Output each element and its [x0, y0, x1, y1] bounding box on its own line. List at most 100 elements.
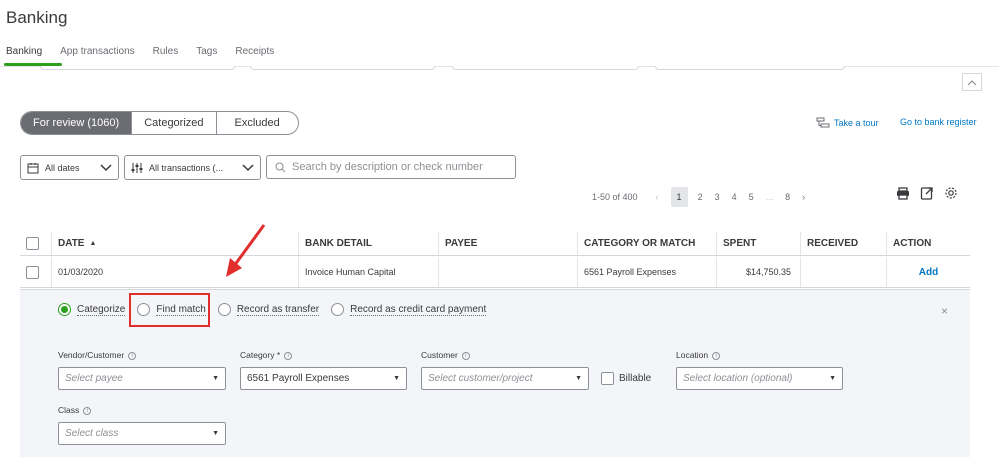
vendor-select[interactable]: Select payee ▼ — [58, 367, 226, 390]
row-checkbox[interactable] — [26, 265, 39, 279]
pagination: 1-50 of 400 ‹ 1 2 3 4 5 ... 8 › — [592, 186, 817, 208]
account-card[interactable] — [655, 66, 845, 70]
class-placeholder: Select class — [65, 428, 119, 439]
header-payee[interactable]: PAYEE — [438, 232, 576, 255]
class-label: Class i — [58, 405, 92, 415]
row-received — [800, 257, 885, 287]
search-input[interactable]: Search by description or check number — [266, 155, 516, 179]
vendor-label: Vendor/Customer i — [58, 350, 137, 360]
header-bank-detail[interactable]: BANK DETAIL — [298, 232, 437, 255]
category-label-text: Category * — [240, 350, 281, 360]
record-transfer-label[interactable]: Record as transfer — [236, 304, 320, 316]
tab-categorized[interactable]: Categorized — [132, 112, 217, 134]
select-all-checkbox[interactable] — [26, 237, 39, 250]
tour-icon — [816, 117, 830, 128]
location-placeholder: Select location (optional) — [683, 373, 793, 384]
header-date-label: DATE — [58, 238, 85, 249]
select-all-cell — [20, 232, 50, 255]
info-icon[interactable]: i — [128, 351, 137, 360]
billable-checkbox[interactable] — [601, 372, 614, 385]
billable-label: Billable — [619, 373, 652, 384]
page-1[interactable]: 1 — [670, 187, 688, 207]
location-label-text: Location — [676, 350, 709, 360]
search-icon — [275, 162, 286, 172]
info-icon[interactable]: i — [83, 406, 92, 415]
tab-receipts[interactable]: Receipts — [235, 46, 274, 57]
close-icon[interactable]: × — [941, 304, 948, 318]
header-spent[interactable]: SPENT — [716, 232, 799, 255]
dropdown-caret-icon: ▼ — [393, 375, 400, 382]
page-8[interactable]: 8 — [785, 192, 790, 202]
arrow-annotation — [226, 224, 266, 277]
page-title: Banking — [6, 8, 68, 27]
tab-app-transactions[interactable]: App transactions — [60, 46, 135, 57]
table-tools — [896, 186, 958, 200]
transactions-filter-value: All transactions (... — [149, 162, 224, 173]
tab-tags[interactable]: Tags — [196, 46, 217, 57]
tab-for-review[interactable]: For review (1060) — [21, 112, 133, 134]
vendor-label-text: Vendor/Customer — [58, 350, 125, 360]
tab-rules[interactable]: Rules — [153, 46, 179, 57]
header-received[interactable]: RECEIVED — [800, 232, 885, 255]
print-icon[interactable] — [896, 186, 910, 200]
take-a-tour-label: Take a tour — [834, 118, 879, 128]
row-spent: $14,750.35 — [716, 257, 799, 287]
categorize-radio[interactable] — [58, 303, 71, 316]
collapse-cards-button[interactable] — [962, 73, 982, 91]
table-row[interactable]: 01/03/2020 Invoice Human Capital 6561 Pa… — [20, 257, 970, 288]
sort-up-icon: ▲ — [89, 240, 97, 247]
billable-field: Billable — [601, 372, 651, 385]
info-icon[interactable]: i — [284, 351, 293, 360]
location-select[interactable]: Select location (optional) ▼ — [676, 367, 843, 390]
tab-excluded[interactable]: Excluded — [217, 112, 298, 134]
gear-icon[interactable] — [944, 186, 958, 200]
page-4[interactable]: 4 — [732, 192, 737, 202]
transactions-filter-dropdown[interactable]: All transactions (... — [124, 155, 261, 180]
categorize-label[interactable]: Categorize — [77, 304, 126, 316]
page-ellipsis: ... — [765, 192, 774, 202]
page-3[interactable]: 3 — [715, 192, 720, 202]
row-payee — [438, 257, 576, 287]
filter-sliders-icon — [131, 162, 143, 173]
go-to-bank-register-link[interactable]: Go to bank register — [900, 117, 977, 127]
header-category[interactable]: CATEGORY OR MATCH — [577, 232, 715, 255]
add-button[interactable]: Add — [886, 257, 970, 287]
next-page-button[interactable]: › — [802, 192, 805, 202]
info-icon[interactable]: i — [461, 351, 470, 360]
dropdown-caret-icon: ▼ — [212, 430, 219, 437]
calendar-icon — [27, 162, 39, 173]
account-card[interactable] — [452, 66, 639, 70]
dropdown-caret-icon: ▼ — [212, 375, 219, 382]
category-select[interactable]: 6561 Payroll Expenses ▼ — [240, 367, 407, 390]
record-cc-payment-label[interactable]: Record as credit card payment — [350, 304, 487, 316]
header-action: ACTION — [886, 232, 970, 255]
class-select[interactable]: Select class ▼ — [58, 422, 226, 445]
highlight-box — [129, 293, 210, 327]
info-icon[interactable]: i — [712, 351, 721, 360]
tab-banking[interactable]: Banking — [6, 46, 42, 57]
class-label-text: Class — [58, 405, 80, 415]
row-bank-detail: Invoice Human Capital — [298, 257, 437, 287]
record-transfer-radio[interactable] — [217, 303, 231, 316]
take-a-tour-link[interactable]: Take a tour — [816, 117, 879, 129]
prev-page-button[interactable]: ‹ — [656, 192, 659, 202]
vendor-placeholder: Select payee — [65, 373, 123, 384]
record-cc-payment-radio[interactable] — [331, 303, 345, 316]
page-2[interactable]: 2 — [698, 192, 703, 202]
customer-label-text: Customer — [421, 350, 458, 360]
export-icon[interactable] — [920, 186, 934, 200]
review-segment-control: For review (1060) Categorized Excluded — [20, 111, 299, 135]
row-select-cell — [20, 257, 50, 287]
account-card[interactable] — [250, 66, 435, 70]
date-filter-dropdown[interactable]: All dates — [20, 155, 119, 180]
page-5[interactable]: 5 — [749, 192, 754, 202]
dropdown-caret-icon: ▼ — [575, 375, 582, 382]
chevron-down-icon — [242, 163, 254, 171]
search-placeholder: Search by description or check number — [292, 161, 483, 173]
account-card[interactable] — [40, 66, 235, 70]
customer-select[interactable]: Select customer/project ▼ — [421, 367, 589, 390]
customer-placeholder: Select customer/project — [428, 373, 533, 384]
action-radio-group: Categorize Find match Record as transfer… — [58, 303, 498, 316]
category-value: 6561 Payroll Expenses — [247, 373, 350, 384]
chevron-up-icon — [967, 79, 977, 85]
